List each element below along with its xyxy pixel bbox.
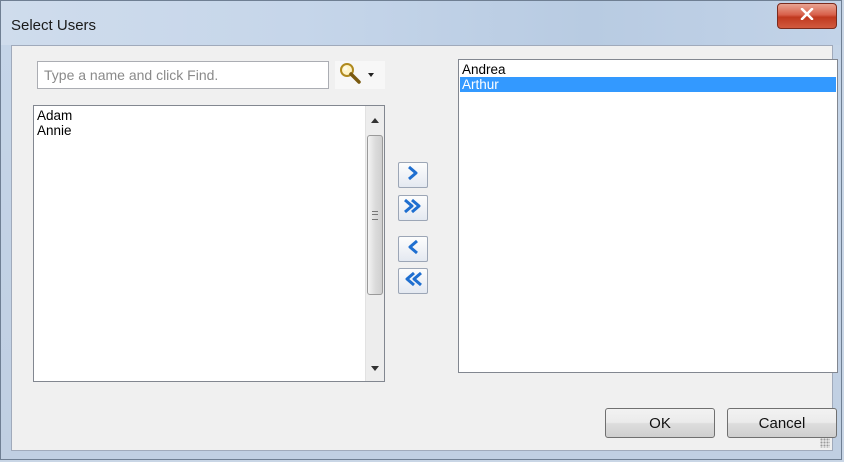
vertical-scrollbar[interactable] [365,106,384,381]
add-all-button[interactable] [398,195,428,221]
window-title: Select Users [11,17,97,34]
search-icon [338,62,362,89]
cancel-button[interactable]: Cancel [727,408,837,438]
dialog-body: AdamAnnie [11,45,838,451]
select-users-dialog: Select Users AdamAnnie [0,0,842,460]
selected-users-items: Andrea Arthur [460,62,836,92]
find-button[interactable] [335,61,385,89]
list-item[interactable]: Adam [35,108,355,123]
scroll-down-icon[interactable] [371,366,379,371]
double-chevron-left-icon [402,271,424,292]
add-selected-button[interactable] [398,162,428,188]
remove-all-button[interactable] [398,268,428,294]
dropdown-arrow-icon[interactable] [368,73,374,77]
list-item[interactable]: Andrea [460,62,836,77]
resize-grip-icon[interactable] [820,438,830,448]
title-bar[interactable]: Select Users [1,1,841,45]
chevron-left-icon [404,239,422,260]
grip-icon [372,211,378,220]
close-icon [800,7,814,25]
scroll-thumb[interactable] [367,135,383,295]
selected-users-list[interactable]: Andrea Arthur [458,59,838,373]
available-users-items: Adam Annie [35,108,355,138]
list-item[interactable]: Arthur [460,77,836,92]
close-button[interactable] [777,3,837,29]
chevron-right-icon [404,165,422,186]
remove-selected-button[interactable] [398,236,428,262]
scroll-up-icon[interactable] [371,118,379,123]
double-chevron-right-icon [402,198,424,219]
list-item[interactable]: Annie [35,123,355,138]
ok-button[interactable]: OK [605,408,715,438]
available-users-list[interactable]: Adam Annie [33,105,385,382]
search-input[interactable] [37,61,329,89]
